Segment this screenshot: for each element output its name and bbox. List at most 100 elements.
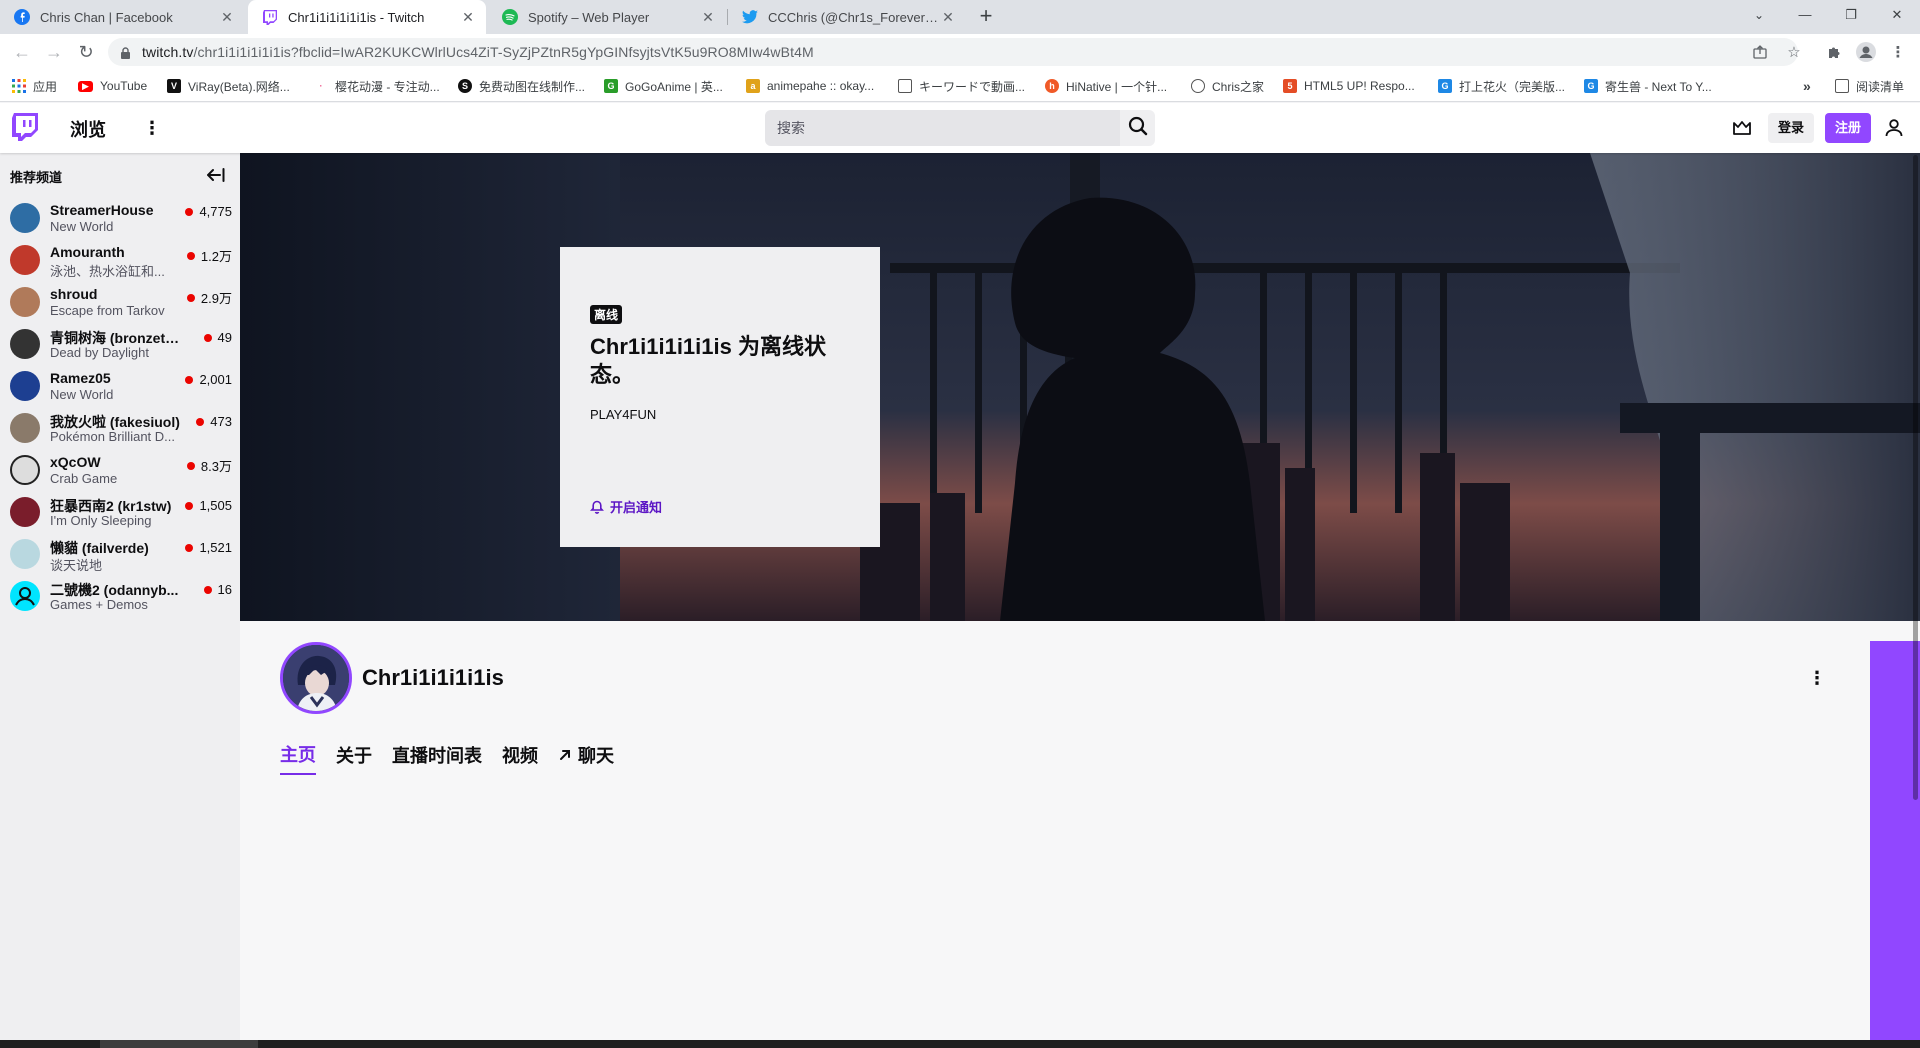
offline-banner-image [240,153,1920,621]
bookmark-viray[interactable]: V ViRay(Beta).网络... [167,76,290,96]
browser-tab-twitch[interactable]: Chr1i1i1i1i1i1is - Twitch ✕ [248,0,486,34]
globe-icon [1191,79,1205,93]
search-input[interactable]: 搜索 [765,110,1120,146]
avatar [10,203,40,233]
sidebar-channel-bronzetree[interactable]: 青铜树海 (bronzetr... Dead by Daylight 49 [0,323,240,365]
reload-button[interactable]: ↻ [72,38,100,66]
back-button[interactable]: ← [8,38,36,66]
sidebar-channel-xqcow[interactable]: xQcOW Crab Game 8.3万 [0,449,240,491]
sidebar-channel-kr1stw[interactable]: 狂暴西南2 (kr1stw) I'm Only Sleeping 1,505 [0,491,240,533]
bookmark-chris-home[interactable]: Chris之家 [1191,76,1264,96]
close-tab-icon[interactable]: ✕ [219,9,235,26]
viewer-count: 2.9万 [186,288,232,307]
os-taskbar [0,1040,1920,1048]
channel-more-options-icon[interactable]: ⋮ [1805,666,1829,690]
sidebar-channel-ramez05[interactable]: Ramez05 New World 2,001 [0,365,240,407]
bookmark-parasyte[interactable]: G 寄生兽 - Next To Y... [1584,76,1712,96]
avatar [10,245,40,275]
enable-notifications-button[interactable]: 开启通知 [590,497,662,516]
spotify-icon [502,9,518,25]
more-options-icon[interactable]: ⋮ [140,115,164,141]
sidebar-channel-odannyb[interactable]: 二號機2 (odannyb... Games + Demos 16 [0,575,240,617]
bookmark-g-icon: G [1584,79,1598,93]
sidebar-channel-shroud[interactable]: shroud Escape from Tarkov 2.9万 [0,281,240,323]
channel-game: Escape from Tarkov [50,303,165,318]
taskbar-active-item[interactable] [100,1040,258,1048]
notify-label: 开启通知 [610,500,663,515]
tab-search-chevron-icon[interactable]: ⌄ [1736,0,1782,32]
tab-videos[interactable]: 视频 [502,741,538,775]
bookmark-hinative[interactable]: h HiNative | 一个针... [1045,76,1167,96]
close-window-button[interactable]: ✕ [1874,0,1920,32]
bookmark-animepahe[interactable]: a animepahe :: okay... [746,76,874,96]
bookmark-gogoanime[interactable]: G GoGoAnime | 英... [604,76,723,96]
sidebar-channel-fakesiuol[interactable]: 我放火啦 (fakesiuol) Pokémon Brilliant D... … [0,407,240,449]
bookmark-apps[interactable]: 应用 [12,76,57,96]
bookmark-keyword-video[interactable]: キーワードで動画... [898,76,1025,96]
login-button[interactable]: 登录 [1768,113,1815,143]
minimize-button[interactable]: — [1782,0,1828,32]
browser-toolbar: ← → ↻ twitch.tv/chr1i1i1i1i1i1is?fbclid=… [0,34,1920,70]
tab-schedule[interactable]: 直播时间表 [392,741,482,775]
browser-menu-icon[interactable]: ⋮ [1886,40,1910,64]
avatar [10,371,40,401]
live-dot-icon [186,461,195,470]
twitch-logo-icon[interactable] [12,113,40,143]
offline-card: 离线 Chr1i1i1i1i1is 为离线状态。 PLAY4FUN 开启通知 [560,247,880,547]
avatar [10,287,40,317]
tab-title: CCChris (@Chr1s_Forever) / Tw [768,9,940,25]
search-button[interactable] [1120,110,1155,146]
browser-tab-spotify[interactable]: Spotify – Web Player ✕ [488,0,726,34]
live-dot-icon [185,543,194,552]
bookmark-sakura[interactable]: · 樱花动漫 - 专注动... [314,76,440,96]
bookmark-label: ViRay(Beta).网络... [188,79,290,94]
tab-chat[interactable]: 聊天 [558,741,614,775]
twitter-icon [742,9,758,25]
browser-tab-facebook[interactable]: Chris Chan | Facebook ✕ [0,0,245,34]
bookmark-label: 樱花动漫 - 专注动... [335,79,440,94]
bookmark-label: 打上花火（完美版... [1459,79,1566,94]
bookmark-star-icon[interactable]: ☆ [1782,40,1806,64]
page-scrollbar[interactable] [1913,155,1918,800]
close-tab-icon[interactable]: ✕ [940,9,956,26]
close-tab-icon[interactable]: ✕ [460,9,476,26]
viewer-count: 1.2万 [186,246,232,265]
share-icon[interactable] [1748,40,1772,64]
sidebar-channel-streamerhouse[interactable]: StreamerHouse New World 4,775 [0,197,240,239]
close-tab-icon[interactable]: ✕ [700,9,716,26]
bookmark-label: YouTube [100,79,148,93]
address-bar[interactable]: twitch.tv/chr1i1i1i1i1i1is?fbclid=IwAR2K… [108,38,1798,66]
new-tab-button[interactable]: + [973,4,999,30]
viewer-count: 1,505 [185,498,232,513]
collapse-sidebar-icon[interactable] [204,163,228,187]
tab-chat-label: 聊天 [578,746,614,766]
bookmarks-overflow-icon[interactable]: » [1803,76,1811,96]
bookmark-youtube[interactable]: ▶ YouTube [78,76,147,96]
bookmark-gif-maker[interactable]: S 免费动图在线制作... [458,76,585,96]
user-menu-icon[interactable] [1882,116,1906,140]
tab-home[interactable]: 主页 [280,741,316,775]
browser-tab-twitter[interactable]: CCChris (@Chr1s_Forever) / Tw ✕ [728,0,966,34]
recommended-channels-sidebar: 推荐频道 StreamerHouse New World 4,775 Amour… [0,153,240,1040]
offline-subtitle: PLAY4FUN [590,407,657,422]
tab-about[interactable]: 关于 [336,741,372,775]
channel-name-heading: Chr1i1i1i1i1is [362,665,504,690]
prime-crown-icon[interactable] [1730,116,1754,140]
signup-button[interactable]: 注册 [1825,113,1872,143]
bookmark-uchiage-hanabi[interactable]: G 打上花火（完美版... [1438,76,1565,96]
avatar [10,539,40,569]
channel-avatar[interactable] [280,642,352,714]
restore-button[interactable]: ❐ [1828,0,1874,32]
forward-button[interactable]: → [40,38,68,66]
bookmark-html5up[interactable]: 5 HTML5 UP! Respo... [1283,76,1415,96]
browse-link[interactable]: 浏览 [70,116,106,142]
reading-list-button[interactable]: 阅读清单 [1835,76,1904,96]
twitch-top-nav: 浏览 ⋮ 搜索 登录 注册 [0,103,1920,153]
apps-grid-icon [12,79,26,93]
sidebar-channel-failverde[interactable]: 懒貓 (failverde) 谈天说地 1,521 [0,533,240,575]
profile-avatar-icon[interactable] [1854,40,1878,64]
viewer-count: 49 [203,330,232,345]
channel-name: shroud [50,286,98,302]
extensions-puzzle-icon[interactable] [1822,40,1846,64]
sidebar-channel-amouranth[interactable]: Amouranth 泳池、热水浴缸和... 1.2万 [0,239,240,281]
